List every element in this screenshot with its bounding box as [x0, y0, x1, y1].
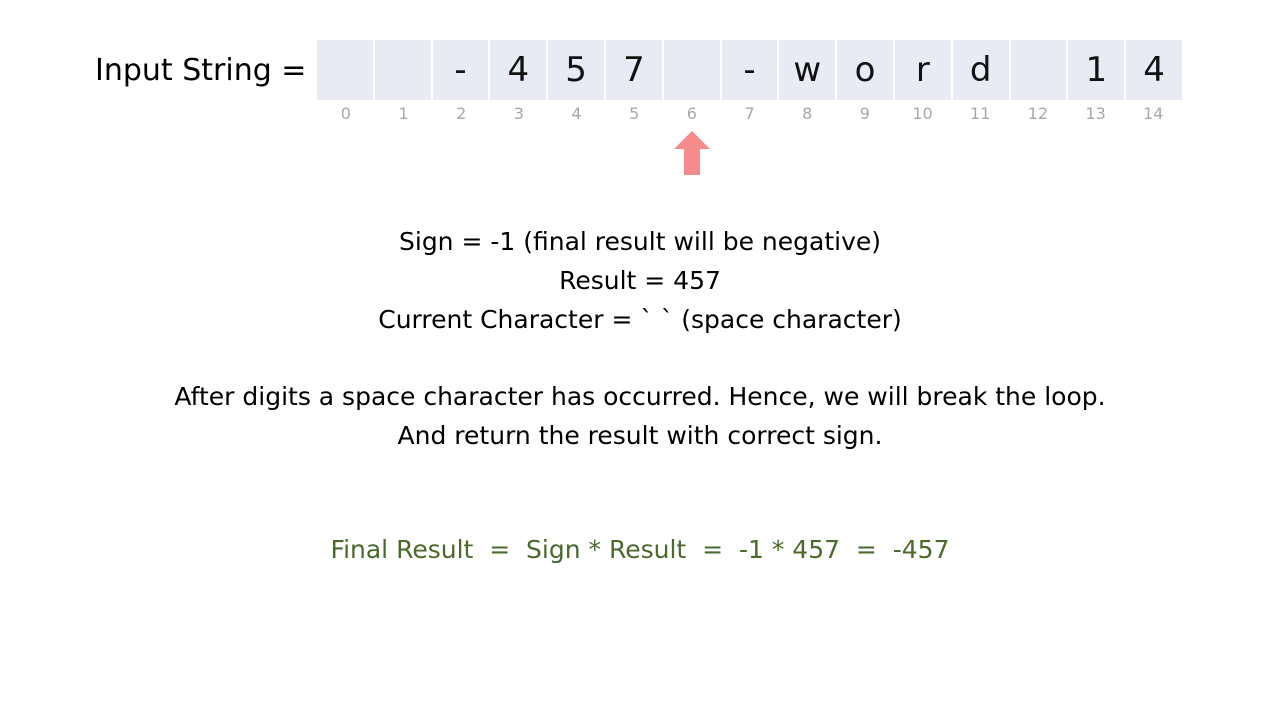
index-label: 7	[744, 104, 755, 123]
char-cell	[374, 40, 433, 100]
explanation-line: And return the result with correct sign.	[397, 421, 883, 450]
index-label: 9	[859, 104, 870, 123]
index-label: 4	[571, 104, 582, 123]
index-label: 10	[912, 104, 933, 123]
char-cell: r	[894, 40, 953, 100]
char-cell: 1	[1068, 40, 1127, 100]
index-label: 5	[629, 104, 640, 123]
char-cell: 4	[490, 40, 549, 100]
pointer-arrow-icon	[673, 131, 710, 175]
index-label: 1	[398, 104, 409, 123]
final-result: Final Result = Sign * Result = -1 * 457 …	[330, 535, 950, 564]
index-label: 2	[456, 104, 467, 123]
char-cell: o	[837, 40, 895, 100]
char-cell	[317, 40, 375, 100]
current-character-line: Current Character = ` ` (space character…	[378, 305, 902, 334]
index-label: 8	[802, 104, 813, 123]
char-cell: w	[779, 40, 838, 100]
index-label: 6	[686, 104, 697, 123]
char-cell: 5	[548, 40, 606, 100]
char-cell: 7	[605, 40, 664, 100]
char-cell: 4	[1126, 40, 1182, 100]
char-cell: d	[952, 40, 1011, 100]
index-row: 0 1 2 3 4 5 6 7 8 9 10 11 12 13 14	[317, 102, 1182, 126]
index-label: 14	[1143, 104, 1164, 123]
char-cell: -	[432, 40, 491, 100]
index-label: 12	[1027, 104, 1049, 123]
index-label: 13	[1085, 104, 1106, 123]
index-label: 11	[970, 104, 991, 123]
explanation: After digits a space character has occur…	[0, 377, 1280, 455]
sign-line: Sign = -1 (final result will be negative…	[399, 227, 881, 256]
explanation-line: After digits a space character has occur…	[174, 382, 1106, 411]
input-string-label: Input String =	[95, 53, 307, 88]
character-array: - 4 5 7 - w o r d 1 4	[317, 40, 1182, 100]
char-cell	[663, 40, 722, 100]
char-cell: -	[721, 40, 780, 100]
state-panel: Sign = -1 (final result will be negative…	[0, 222, 1280, 339]
index-label: 3	[513, 104, 524, 123]
result-line: Result = 457	[559, 266, 721, 295]
char-cell	[1010, 40, 1069, 100]
index-label: 0	[340, 104, 351, 123]
